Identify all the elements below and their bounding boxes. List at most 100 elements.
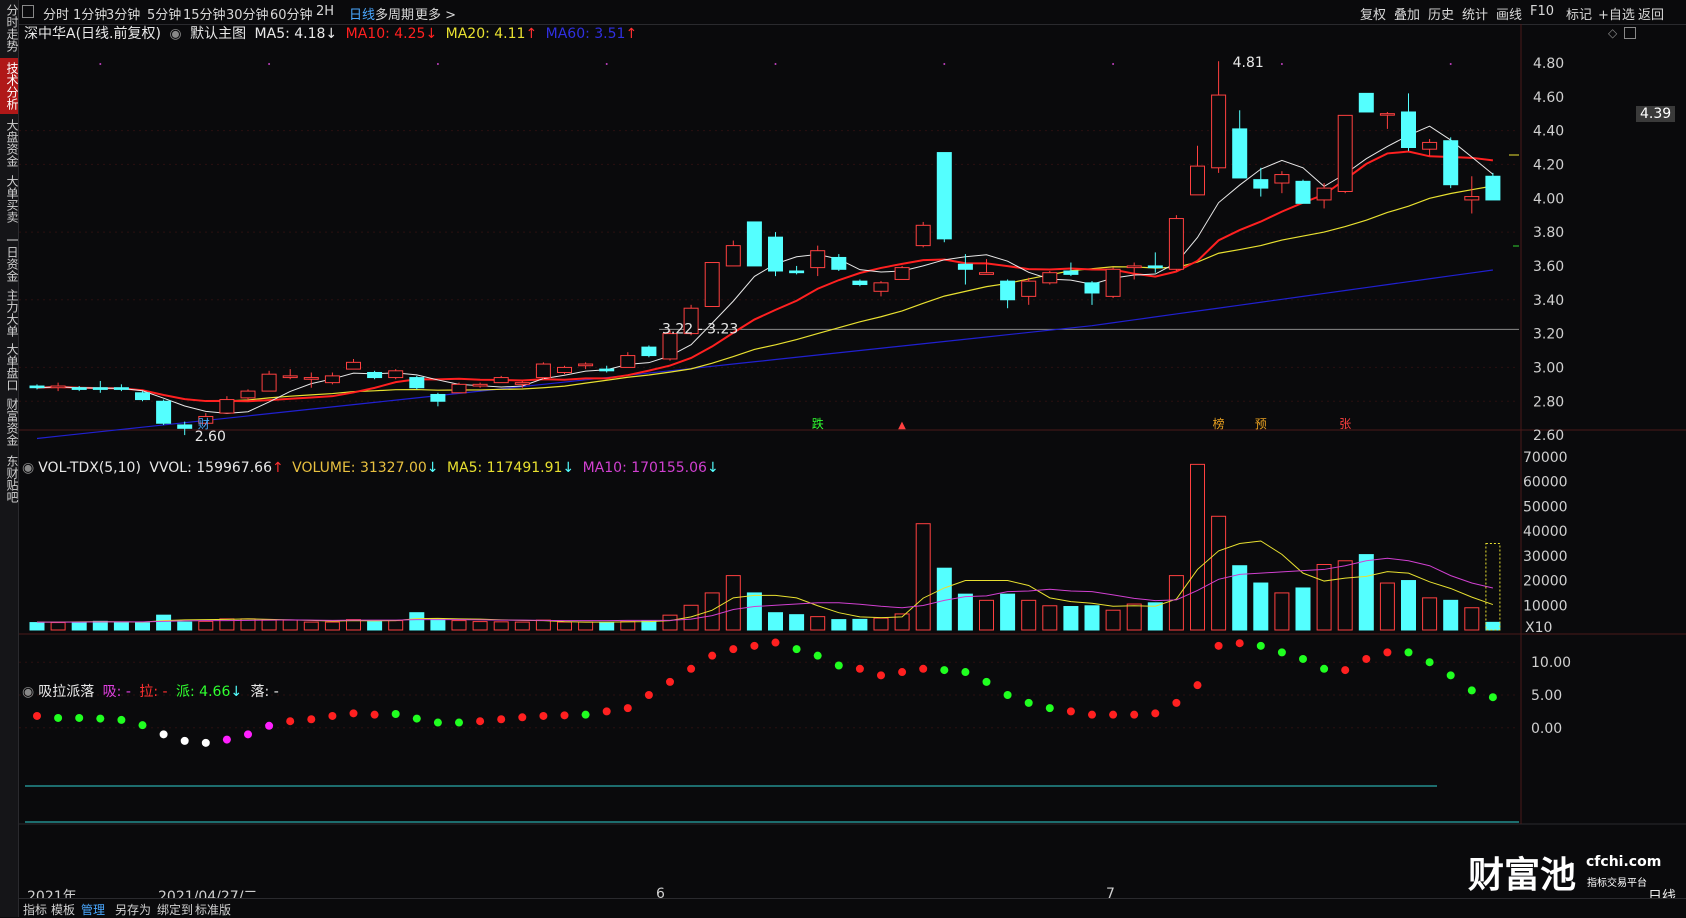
left-tab-6[interactable]: 大单盘口	[0, 342, 19, 392]
xlpl-dot	[1045, 704, 1054, 713]
tool-2[interactable]: 历史	[1428, 4, 1454, 23]
tool-0[interactable]: 复权	[1360, 4, 1386, 23]
volume-bar	[578, 621, 594, 631]
volume-axis-label: 60000	[1523, 475, 1568, 491]
xlpl-dot	[328, 711, 337, 720]
candle-body	[430, 393, 446, 402]
bottom-tab-3[interactable]: 另存为	[115, 901, 151, 918]
volume-bar	[789, 614, 805, 631]
left-tab-4[interactable]: 一日资金	[0, 232, 19, 284]
indicator-name[interactable]: 默认主图	[190, 26, 246, 42]
period-tab-1[interactable]: 1分钟	[73, 4, 107, 23]
candle-body	[557, 366, 572, 373]
xlpl-dot	[412, 714, 421, 723]
candle-body	[979, 272, 994, 275]
candle-body	[472, 383, 488, 387]
volume-bar	[1253, 582, 1269, 631]
tool-8[interactable]: 返回	[1638, 4, 1664, 23]
ma10-line	[36, 150, 1494, 403]
volume-arrow: ↓	[426, 460, 439, 476]
la-value: 拉: -	[139, 684, 168, 700]
period-tab-6[interactable]: 60分钟	[270, 4, 313, 23]
xlpl-dot	[1193, 681, 1202, 690]
candle-body	[1401, 111, 1416, 148]
volume-bar	[1126, 603, 1142, 631]
vol-indicator-name[interactable]: VOL-TDX(5,10)	[38, 460, 141, 476]
candle-body	[409, 377, 425, 389]
volume-bar	[1358, 554, 1374, 631]
candle-body	[599, 368, 615, 372]
candle-body	[1379, 113, 1395, 116]
xlpl-dot	[1130, 710, 1139, 719]
bottom-tab-2[interactable]: 管理	[81, 901, 105, 918]
xlpl-dot	[1151, 709, 1160, 718]
xlpl-dot	[1404, 648, 1413, 657]
volume-bar	[915, 523, 931, 631]
xlpl-dot	[602, 707, 611, 716]
period-tab-9[interactable]: 多周期	[375, 4, 414, 23]
volume-legend: ◉ VOL-TDX(5,10) VVOL: 159967.66↑ VOLUME: …	[22, 460, 723, 476]
period-tab-8[interactable]: 日线	[349, 4, 375, 23]
candle-body	[641, 346, 657, 357]
volume-bar	[493, 621, 509, 631]
candle-body	[1126, 265, 1142, 269]
candle-body	[535, 363, 551, 379]
window-icon[interactable]	[1624, 27, 1636, 39]
volume-bar	[514, 621, 530, 631]
period-tab-0[interactable]: 分时	[43, 4, 69, 23]
top-marker-dot	[99, 63, 102, 65]
candle-body	[1190, 165, 1205, 196]
tool-7[interactable]: +自选	[1598, 4, 1635, 23]
candle-body	[1232, 128, 1248, 179]
candle-body	[915, 224, 931, 247]
tool-1[interactable]: 叠加	[1394, 4, 1420, 23]
period-tab-10[interactable]: 更多 >	[415, 4, 456, 23]
volume-bar	[1422, 597, 1438, 631]
tool-4[interactable]: 画线	[1496, 4, 1522, 23]
volume-bar	[599, 621, 615, 631]
left-tab-1[interactable]: 技术分析	[0, 58, 19, 114]
bottom-tab-5[interactable]: 标准版	[195, 901, 231, 918]
xlpl-dot	[813, 651, 822, 660]
volume-bar	[557, 621, 572, 631]
volume-bar	[1211, 515, 1227, 631]
period-tab-3[interactable]: 5分钟	[147, 4, 181, 23]
candle-body	[894, 267, 910, 280]
xlpl-dot	[96, 714, 105, 723]
volume-bar	[1168, 575, 1184, 631]
xlpl-axis-label: 10.00	[1531, 655, 1571, 671]
xlpl-dot	[1299, 654, 1307, 663]
period-tab-7[interactable]: 2H	[316, 4, 334, 19]
xlpl-indicator-name[interactable]: 吸拉派落	[38, 684, 94, 700]
left-tab-2[interactable]: 大盘资金	[0, 118, 19, 168]
volume-bar	[852, 618, 868, 631]
period-tab-4[interactable]: 15分钟	[183, 4, 226, 23]
volume-bar	[535, 619, 551, 631]
volume-bar	[1021, 599, 1037, 631]
volume-axis-label: 10000	[1523, 598, 1568, 614]
xlpl-dot	[919, 664, 928, 673]
period-tab-5[interactable]: 30分钟	[226, 4, 269, 23]
period-toolbar: 分时 1分钟 3分钟 5分钟 15分钟 30分钟 60分钟 2H 日线 多周期 更多 > 复权 叠加 历史…	[19, 0, 1686, 25]
left-tab-3[interactable]: 大单买卖	[0, 170, 19, 228]
tool-5[interactable]: F10	[1530, 4, 1554, 19]
left-tab-5[interactable]: 主力大单	[0, 288, 19, 338]
bottom-tab-0[interactable]: 指标	[23, 901, 47, 918]
event-marker-yu: 预	[1255, 417, 1267, 431]
left-tab-7[interactable]: 财富资金	[0, 396, 19, 448]
diamond-icon[interactable]: ◇	[1608, 26, 1617, 40]
volume-bar	[1379, 582, 1395, 631]
xlpl-dot	[244, 730, 252, 739]
candle-body	[451, 383, 467, 394]
panel-toggle-icon[interactable]	[22, 5, 34, 18]
period-tab-2[interactable]: 3分钟	[106, 4, 140, 23]
vol-ma10-value: MA10: 170155.06	[582, 460, 707, 476]
tool-6[interactable]: 标记	[1566, 4, 1592, 23]
bottom-tab-1[interactable]: 模板	[51, 901, 75, 918]
ma20-line	[36, 185, 1494, 402]
left-tab-8[interactable]: 东财贴吧	[0, 452, 19, 506]
tool-3[interactable]: 统计	[1462, 4, 1488, 23]
bottom-tab-4[interactable]: 绑定到	[157, 901, 193, 918]
candle-body	[1316, 187, 1332, 201]
left-tab-0[interactable]: 分时走势	[0, 0, 19, 56]
